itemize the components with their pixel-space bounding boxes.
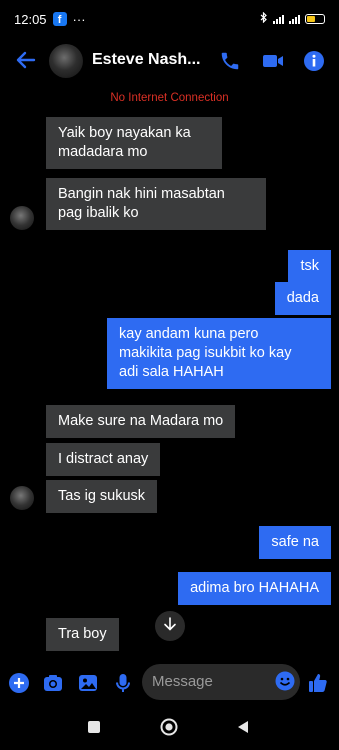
back-icon[interactable] <box>236 720 250 739</box>
status-bar: 12:05 f ··· <box>0 0 339 38</box>
signal-icon-2 <box>289 14 300 24</box>
message-bubble-incoming[interactable]: Yaik boy nayakan ka madadara mo <box>46 117 222 169</box>
home-icon[interactable] <box>160 718 178 741</box>
status-right <box>260 11 325 26</box>
message-bubble-incoming[interactable]: Tra boy <box>46 618 119 651</box>
phone-icon[interactable] <box>219 50 241 72</box>
microphone-icon[interactable] <box>112 672 134 694</box>
status-time: 12:05 <box>14 11 47 27</box>
message-bubble-outgoing[interactable]: tsk <box>288 250 331 283</box>
status-dots: ··· <box>72 11 86 27</box>
message-line: makikita pag isukbit ko kay <box>119 345 292 361</box>
status-left: 12:05 f ··· <box>14 12 86 27</box>
system-navigation-bar <box>0 706 339 750</box>
signal-icon <box>273 14 284 24</box>
camera-icon[interactable] <box>42 672 64 694</box>
sender-avatar <box>10 206 34 230</box>
back-arrow-icon[interactable] <box>14 48 38 72</box>
recent-apps-icon[interactable] <box>87 720 101 739</box>
message-composer: Message <box>0 660 339 706</box>
message-line: Yaik boy nayakan ka <box>58 125 191 141</box>
info-icon[interactable] <box>303 50 325 72</box>
message-line: I distract anay <box>58 451 149 467</box>
message-line: Tas ig sukusk <box>58 488 146 504</box>
no-internet-banner: No Internet Connection <box>110 92 229 104</box>
sender-avatar <box>10 486 34 510</box>
message-line: safe na <box>271 534 319 550</box>
message-line: kay andam kuna pero <box>119 326 259 342</box>
message-bubble-incoming[interactable]: Tas ig sukusk <box>46 480 158 513</box>
message-line: Bangin nak hini masabtan <box>58 186 225 202</box>
message-line: pag ibalik ko <box>58 205 139 221</box>
scroll-to-bottom-button[interactable] <box>155 611 185 641</box>
contact-name[interactable]: Esteve Nash... <box>92 51 201 69</box>
message-line: dada <box>286 290 319 306</box>
thumbs-up-icon[interactable] <box>307 672 329 694</box>
image-icon[interactable] <box>77 672 99 694</box>
contact-avatar[interactable] <box>49 44 83 78</box>
message-bubble-incoming[interactable]: Bangin nak hini masabtan pag ibalik ko <box>46 178 266 230</box>
bluetooth-icon <box>260 11 268 26</box>
arrow-down-icon <box>163 616 177 636</box>
plus-icon[interactable] <box>8 672 30 694</box>
battery-icon <box>305 14 325 24</box>
chat-header: Esteve Nash... <box>0 38 339 84</box>
message-line: Make sure na Madara mo <box>58 413 224 429</box>
message-line: madadara mo <box>58 144 148 160</box>
message-bubble-outgoing[interactable]: safe na <box>259 526 331 559</box>
facebook-icon: f <box>52 12 67 26</box>
message-bubble-incoming[interactable]: Make sure na Madara mo <box>46 405 236 438</box>
message-bubble-outgoing[interactable]: kay andam kuna pero makikita pag isukbit… <box>107 318 331 389</box>
message-line: tsk <box>300 258 319 274</box>
message-bubble-outgoing[interactable]: adima bro HAHAHA <box>178 572 331 605</box>
message-line: adi sala HAHAH <box>119 364 224 380</box>
message-bubble-incoming[interactable]: I distract anay <box>46 443 161 476</box>
message-line: Tra boy <box>58 626 107 642</box>
emoji-icon[interactable] <box>275 671 295 691</box>
message-bubble-outgoing[interactable]: dada <box>274 282 331 315</box>
message-line: adima bro HAHAHA <box>190 580 319 596</box>
video-camera-icon[interactable] <box>261 50 283 72</box>
